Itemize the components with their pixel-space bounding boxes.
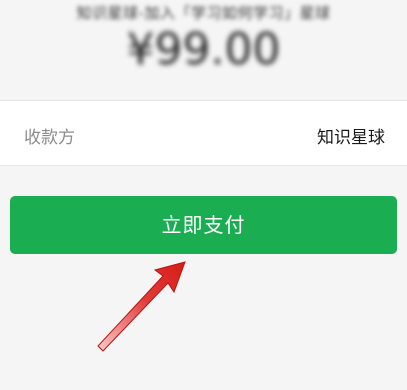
order-summary: 知识星球-加入「学习如何学习」星球 ¥99.00: [0, 0, 407, 100]
payee-row: 收款方 知识星球: [0, 101, 407, 165]
order-description: 知识星球-加入「学习如何学习」星球: [76, 4, 331, 22]
pay-now-button[interactable]: 立即支付: [10, 196, 397, 254]
payee-label: 收款方: [24, 128, 75, 148]
divider: [0, 165, 407, 166]
payee-value: 知识星球: [317, 128, 385, 148]
order-amount: ¥99.00: [126, 24, 281, 75]
arrow-shape: [97, 261, 186, 352]
